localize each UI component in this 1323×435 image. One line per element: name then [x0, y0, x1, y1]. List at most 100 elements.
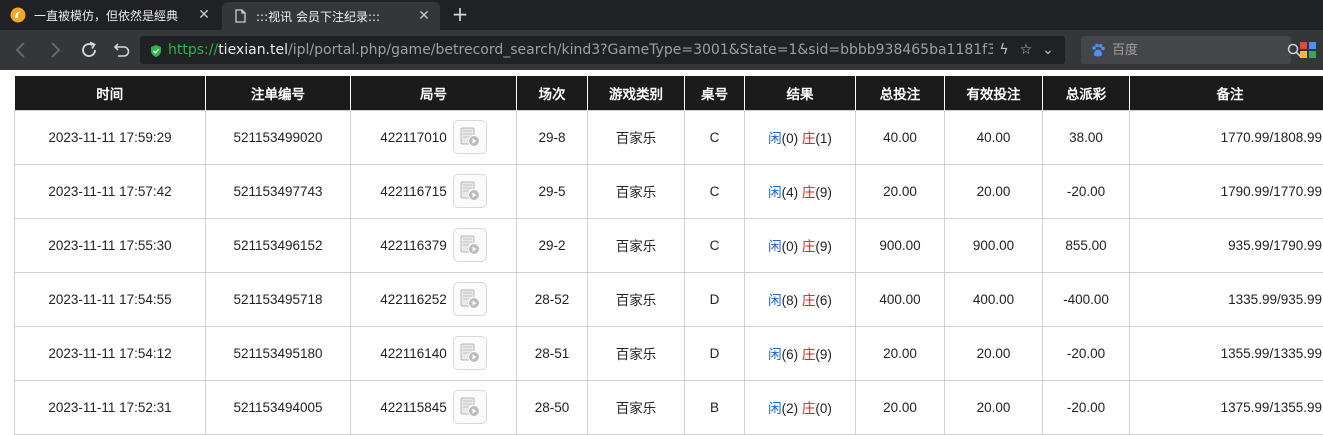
cell-order-number: 521153495180 [205, 325, 351, 381]
tab-inactive[interactable]: 一直被模仿，但依然是經典 ✕ [0, 0, 220, 30]
cell-session: 28-52 [516, 271, 588, 327]
apps-grid-icon[interactable] [1300, 42, 1316, 58]
tab-title: :::视讯 会员下注纪录::: [256, 9, 381, 24]
tab-title: 一直被模仿，但依然是經典 [34, 8, 179, 23]
round-number-text: 422116379 [380, 237, 447, 253]
replay-video-icon[interactable] [452, 174, 487, 208]
secure-lock-icon[interactable] [149, 43, 163, 57]
cell-game-type: 百家乐 [587, 325, 685, 381]
banker-label: 庄 [801, 131, 816, 146]
replay-video-icon[interactable] [452, 390, 487, 424]
player-label: 闲 [768, 401, 782, 416]
cell-total-payout: -400.00 [1042, 271, 1130, 327]
cell-total-bet: 20.00 [855, 325, 945, 381]
cell-total-bet: 40.00 [855, 109, 945, 165]
cell-result: 闲(0) 庄(1) [744, 109, 856, 165]
cell-total-bet: 900.00 [855, 217, 945, 273]
forward-icon[interactable] [43, 38, 67, 62]
undo-close-icon[interactable] [110, 38, 134, 62]
column-header-total-payout: 总派彩 [1042, 76, 1130, 110]
cell-game-type: 百家乐 [587, 379, 685, 435]
star-icon[interactable]: ☆ [1015, 39, 1037, 61]
replay-video-icon[interactable] [452, 282, 487, 316]
cell-time: 2023-11-11 17:52:31 [14, 379, 206, 435]
cell-valid-bet: 20.00 [944, 379, 1043, 435]
player-label: 闲 [768, 347, 782, 362]
cell-time: 2023-11-11 17:59:29 [14, 109, 206, 165]
column-header-result: 结果 [744, 76, 856, 110]
banker-score: (9) [815, 347, 832, 362]
cell-session: 28-51 [516, 325, 588, 381]
lightning-icon[interactable]: ϟ [993, 39, 1015, 61]
table-row: 2023-11-11 17:54:12 521153495180 4221161… [14, 325, 1323, 381]
banker-label: 庄 [801, 185, 816, 200]
url-path: /ipl/portal.php/game/betrecord_search/ki… [288, 42, 993, 58]
close-tab-icon[interactable]: ✕ [196, 7, 212, 23]
cell-total-bet: 400.00 [855, 271, 945, 327]
cell-round-number: 422116379 [350, 217, 517, 273]
player-score: (0) [781, 239, 799, 254]
replay-video-icon[interactable] [452, 120, 487, 154]
cell-order-number: 521153496152 [205, 217, 351, 273]
cell-round-number: 422117010 [350, 109, 517, 165]
new-tab-icon[interactable]: + [450, 4, 470, 24]
tab-strip: 一直被模仿，但依然是經典 ✕ :::视讯 会员下注纪录::: ✕ + [0, 0, 1323, 30]
cell-time: 2023-11-11 17:55:30 [14, 217, 206, 273]
search-input[interactable] [1112, 42, 1282, 58]
reload-icon[interactable] [77, 38, 101, 62]
player-score: (4) [781, 185, 799, 200]
column-header-round-number: 局号 [350, 76, 517, 110]
cell-game-type: 百家乐 [587, 271, 685, 327]
cell-time: 2023-11-11 17:54:12 [14, 325, 206, 381]
replay-video-icon[interactable] [452, 336, 487, 370]
cell-result: 闲(2) 庄(0) [744, 379, 856, 435]
cell-order-number: 521153497743 [205, 163, 351, 219]
cell-valid-bet: 20.00 [944, 163, 1043, 219]
cell-session: 29-5 [516, 163, 588, 219]
table-row: 2023-11-11 17:55:30 521153496152 4221163… [14, 217, 1323, 273]
cell-total-payout: -20.00 [1042, 325, 1130, 381]
table-row: 2023-11-11 17:57:42 521153497743 4221167… [14, 163, 1323, 219]
cell-result: 闲(6) 庄(9) [744, 325, 856, 381]
banker-score: (6) [815, 293, 832, 308]
round-number-text: 422116140 [380, 345, 447, 361]
cell-game-type: 百家乐 [587, 163, 685, 219]
cell-valid-bet: 40.00 [944, 109, 1043, 165]
cell-round-number: 422115845 [350, 379, 517, 435]
cell-table-number: B [684, 379, 745, 435]
player-label: 闲 [768, 185, 782, 200]
cell-table-number: C [684, 163, 745, 219]
player-score: (6) [781, 347, 799, 362]
column-header-order-number: 注单编号 [205, 76, 351, 110]
cell-note: 1355.99/1335.99 [1129, 325, 1323, 381]
player-score: (0) [781, 131, 799, 146]
cell-order-number: 521153494005 [205, 379, 351, 435]
banker-label: 庄 [801, 239, 816, 254]
cell-total-payout: 855.00 [1042, 217, 1130, 273]
back-icon[interactable] [9, 38, 33, 62]
baidu-paw-icon [1090, 42, 1106, 58]
player-score: (2) [781, 401, 799, 416]
cell-total-payout: 38.00 [1042, 109, 1130, 165]
address-bar[interactable]: https://tiexian.tel/ipl/portal.php/game/… [140, 36, 1065, 64]
cell-note: 935.99/1790.99 [1129, 217, 1323, 273]
cell-note: 1790.99/1770.99 [1129, 163, 1323, 219]
search-box[interactable] [1081, 36, 1302, 64]
cell-total-payout: -20.00 [1042, 379, 1130, 435]
banker-score: (9) [815, 239, 832, 254]
cell-result: 闲(0) 庄(9) [744, 217, 856, 273]
replay-video-icon[interactable] [452, 228, 487, 262]
table-header-row: 时间 注单编号 局号 场次 游戏类别 桌号 结果 总投注 有效投注 总派彩 备注 [14, 76, 1323, 110]
cell-round-number: 422116252 [350, 271, 517, 327]
column-header-note: 备注 [1129, 76, 1323, 110]
url-text[interactable]: https://tiexian.tel/ipl/portal.php/game/… [168, 42, 993, 58]
cell-total-payout: -20.00 [1042, 163, 1130, 219]
cell-time: 2023-11-11 17:57:42 [14, 163, 206, 219]
uc-favicon-icon [10, 7, 26, 23]
chevron-down-icon[interactable]: ⌄ [1037, 39, 1059, 61]
cell-session: 29-8 [516, 109, 588, 165]
cell-valid-bet: 400.00 [944, 271, 1043, 327]
tab-active[interactable]: :::视讯 会员下注纪录::: ✕ [222, 2, 440, 30]
close-tab-icon[interactable]: ✕ [416, 8, 432, 24]
banker-label: 庄 [801, 401, 816, 416]
